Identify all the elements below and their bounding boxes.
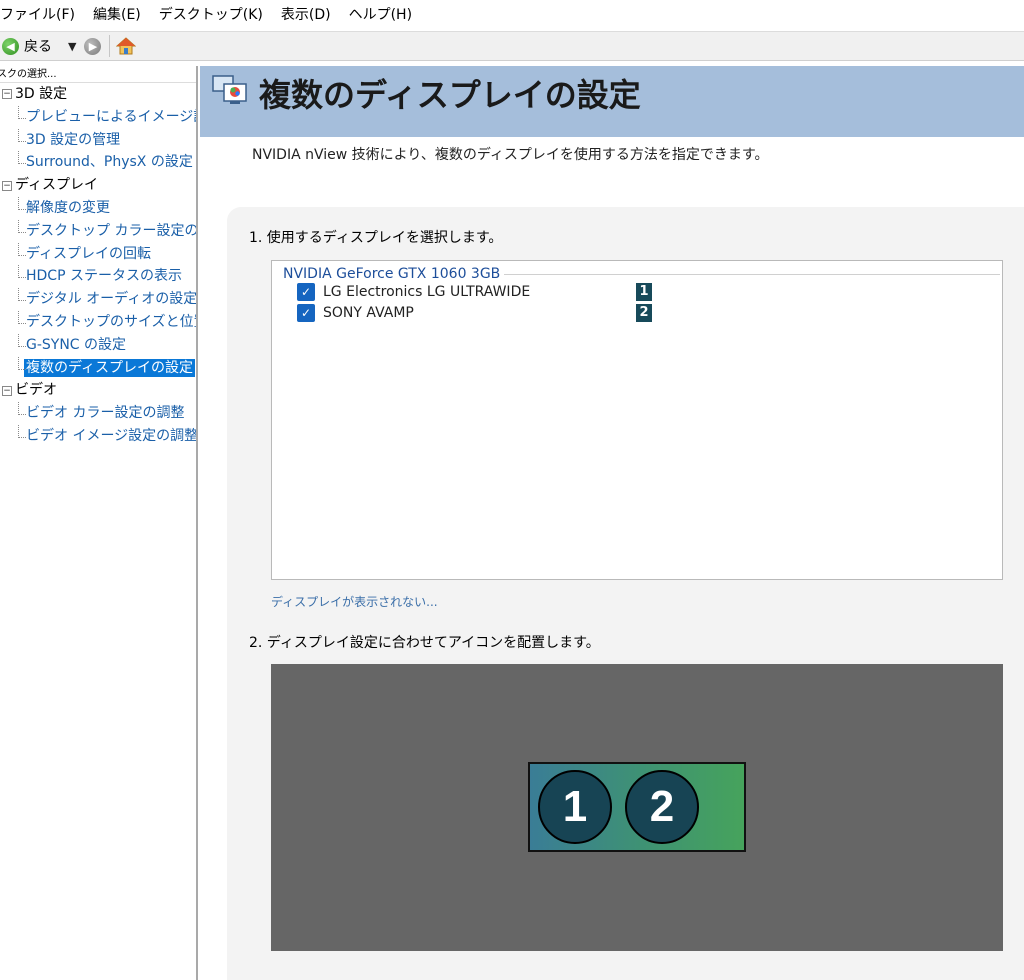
- tree-item-desktop-size[interactable]: デスクトップのサイズと位置: [0, 310, 196, 334]
- tree-item-digital-audio[interactable]: デジタル オーディオの設定: [0, 288, 196, 311]
- tree-category-video[interactable]: − ビデオ: [0, 379, 196, 402]
- display-1-name: LG Electronics LG ULTRAWIDE: [323, 284, 531, 300]
- menu-desktop[interactable]: デスクトップ(K): [159, 0, 272, 31]
- gpu-name: NVIDIA GeForce GTX 1060 3GB: [283, 266, 505, 282]
- tree-category-label: ビデオ: [15, 382, 57, 399]
- settings-panel: 1. 使用するディスプレイを選択します。 NVIDIA GeForce GTX …: [227, 207, 1024, 980]
- display-2-icon[interactable]: 2: [625, 770, 699, 844]
- page-title: 複数のディスプレイの設定: [259, 76, 641, 114]
- display-row-1[interactable]: ✓ LG Electronics LG ULTRAWIDE: [297, 282, 530, 302]
- tree-item-preview[interactable]: プレビューによるイメージ設: [0, 105, 196, 129]
- display-1-number-badge: 1: [636, 283, 652, 301]
- task-tree-pane: スクの選択... − 3D 設定 プレビューによるイメージ設 3D 設定の管理 …: [0, 66, 198, 980]
- display-row-2[interactable]: ✓ SONY AVAMP: [297, 303, 414, 323]
- step1-heading: 1. 使用するディスプレイを選択します。: [249, 230, 503, 246]
- page-banner: 複数のディスプレイの設定: [200, 66, 1024, 137]
- display-2-checkbox[interactable]: ✓: [297, 304, 315, 322]
- tree-category-label: 3D 設定: [15, 86, 68, 102]
- forward-arrow-icon[interactable]: ▶: [84, 37, 102, 55]
- tree-item-3d-manage[interactable]: 3D 設定の管理: [0, 128, 196, 152]
- tree-item-gsync[interactable]: G-SYNC の設定: [0, 333, 196, 357]
- display-1-checkbox[interactable]: ✓: [297, 283, 315, 301]
- display-arrangement-area[interactable]: 1 2: [271, 664, 1003, 951]
- menu-view[interactable]: 表示(D): [281, 0, 340, 31]
- collapse-icon[interactable]: −: [2, 89, 12, 100]
- collapse-icon[interactable]: −: [2, 385, 12, 396]
- step2-heading: 2. ディスプレイ設定に合わせてアイコンを配置します。: [249, 635, 600, 651]
- history-dropdown-icon[interactable]: ▼: [68, 40, 76, 53]
- page-description: NVIDIA nView 技術により、複数のディスプレイを使用する方法を指定でき…: [252, 147, 769, 163]
- display-select-box: NVIDIA GeForce GTX 1060 3GB ✓ LG Electro…: [271, 260, 1003, 580]
- content-pane: 複数のディスプレイの設定 NVIDIA nView 技術により、複数のディスプレ…: [200, 66, 1024, 980]
- multi-display-icon: [212, 75, 247, 104]
- tree-item-surround[interactable]: Surround、PhysX の設定: [0, 151, 196, 174]
- menu-file[interactable]: ファイル(F): [0, 0, 84, 31]
- tree-item-multi-display[interactable]: 複数のディスプレイの設定: [0, 356, 196, 380]
- tree-item-video-color[interactable]: ビデオ カラー設定の調整: [0, 402, 196, 425]
- display-missing-link[interactable]: ディスプレイが表示されない...: [271, 593, 438, 610]
- back-button[interactable]: ◀ 戻る: [0, 33, 54, 59]
- collapse-icon[interactable]: −: [2, 180, 12, 191]
- display-2-number-badge: 2: [636, 304, 652, 322]
- tree-category-label: ディスプレイ: [15, 177, 99, 194]
- tree-item-hdcp[interactable]: HDCP ステータスの表示: [0, 265, 196, 288]
- tree-item-desktop-color[interactable]: デスクトップ カラー設定の: [0, 219, 196, 243]
- menu-help[interactable]: ヘルプ(H): [349, 0, 421, 31]
- toolbar-separator: [109, 35, 111, 57]
- tree-item-resolution[interactable]: 解像度の変更: [0, 196, 196, 220]
- task-tree-header: スクの選択...: [0, 66, 196, 83]
- tree-category-3d[interactable]: − 3D 設定: [0, 83, 196, 106]
- display-2-name: SONY AVAMP: [323, 305, 414, 321]
- desktop-group[interactable]: 1 2: [528, 762, 746, 852]
- back-arrow-icon: ◀: [2, 37, 19, 55]
- tree-category-display[interactable]: − ディスプレイ: [0, 174, 196, 197]
- menu-edit[interactable]: 編集(E): [93, 0, 150, 31]
- display-1-icon[interactable]: 1: [538, 770, 612, 844]
- menu-bar: ファイル(F) 編集(E) デスクトップ(K) 表示(D) ヘルプ(H): [0, 0, 1024, 31]
- back-button-label: 戻る: [24, 39, 52, 55]
- tree-item-rotation[interactable]: ディスプレイの回転: [0, 242, 196, 266]
- tree-item-video-image[interactable]: ビデオ イメージ設定の調整: [0, 424, 196, 448]
- home-icon[interactable]: [116, 36, 137, 56]
- toolbar: ◀ 戻る ▼ ▶: [0, 31, 1024, 61]
- task-tree: − 3D 設定 プレビューによるイメージ設 3D 設定の管理 Surround、…: [0, 83, 196, 448]
